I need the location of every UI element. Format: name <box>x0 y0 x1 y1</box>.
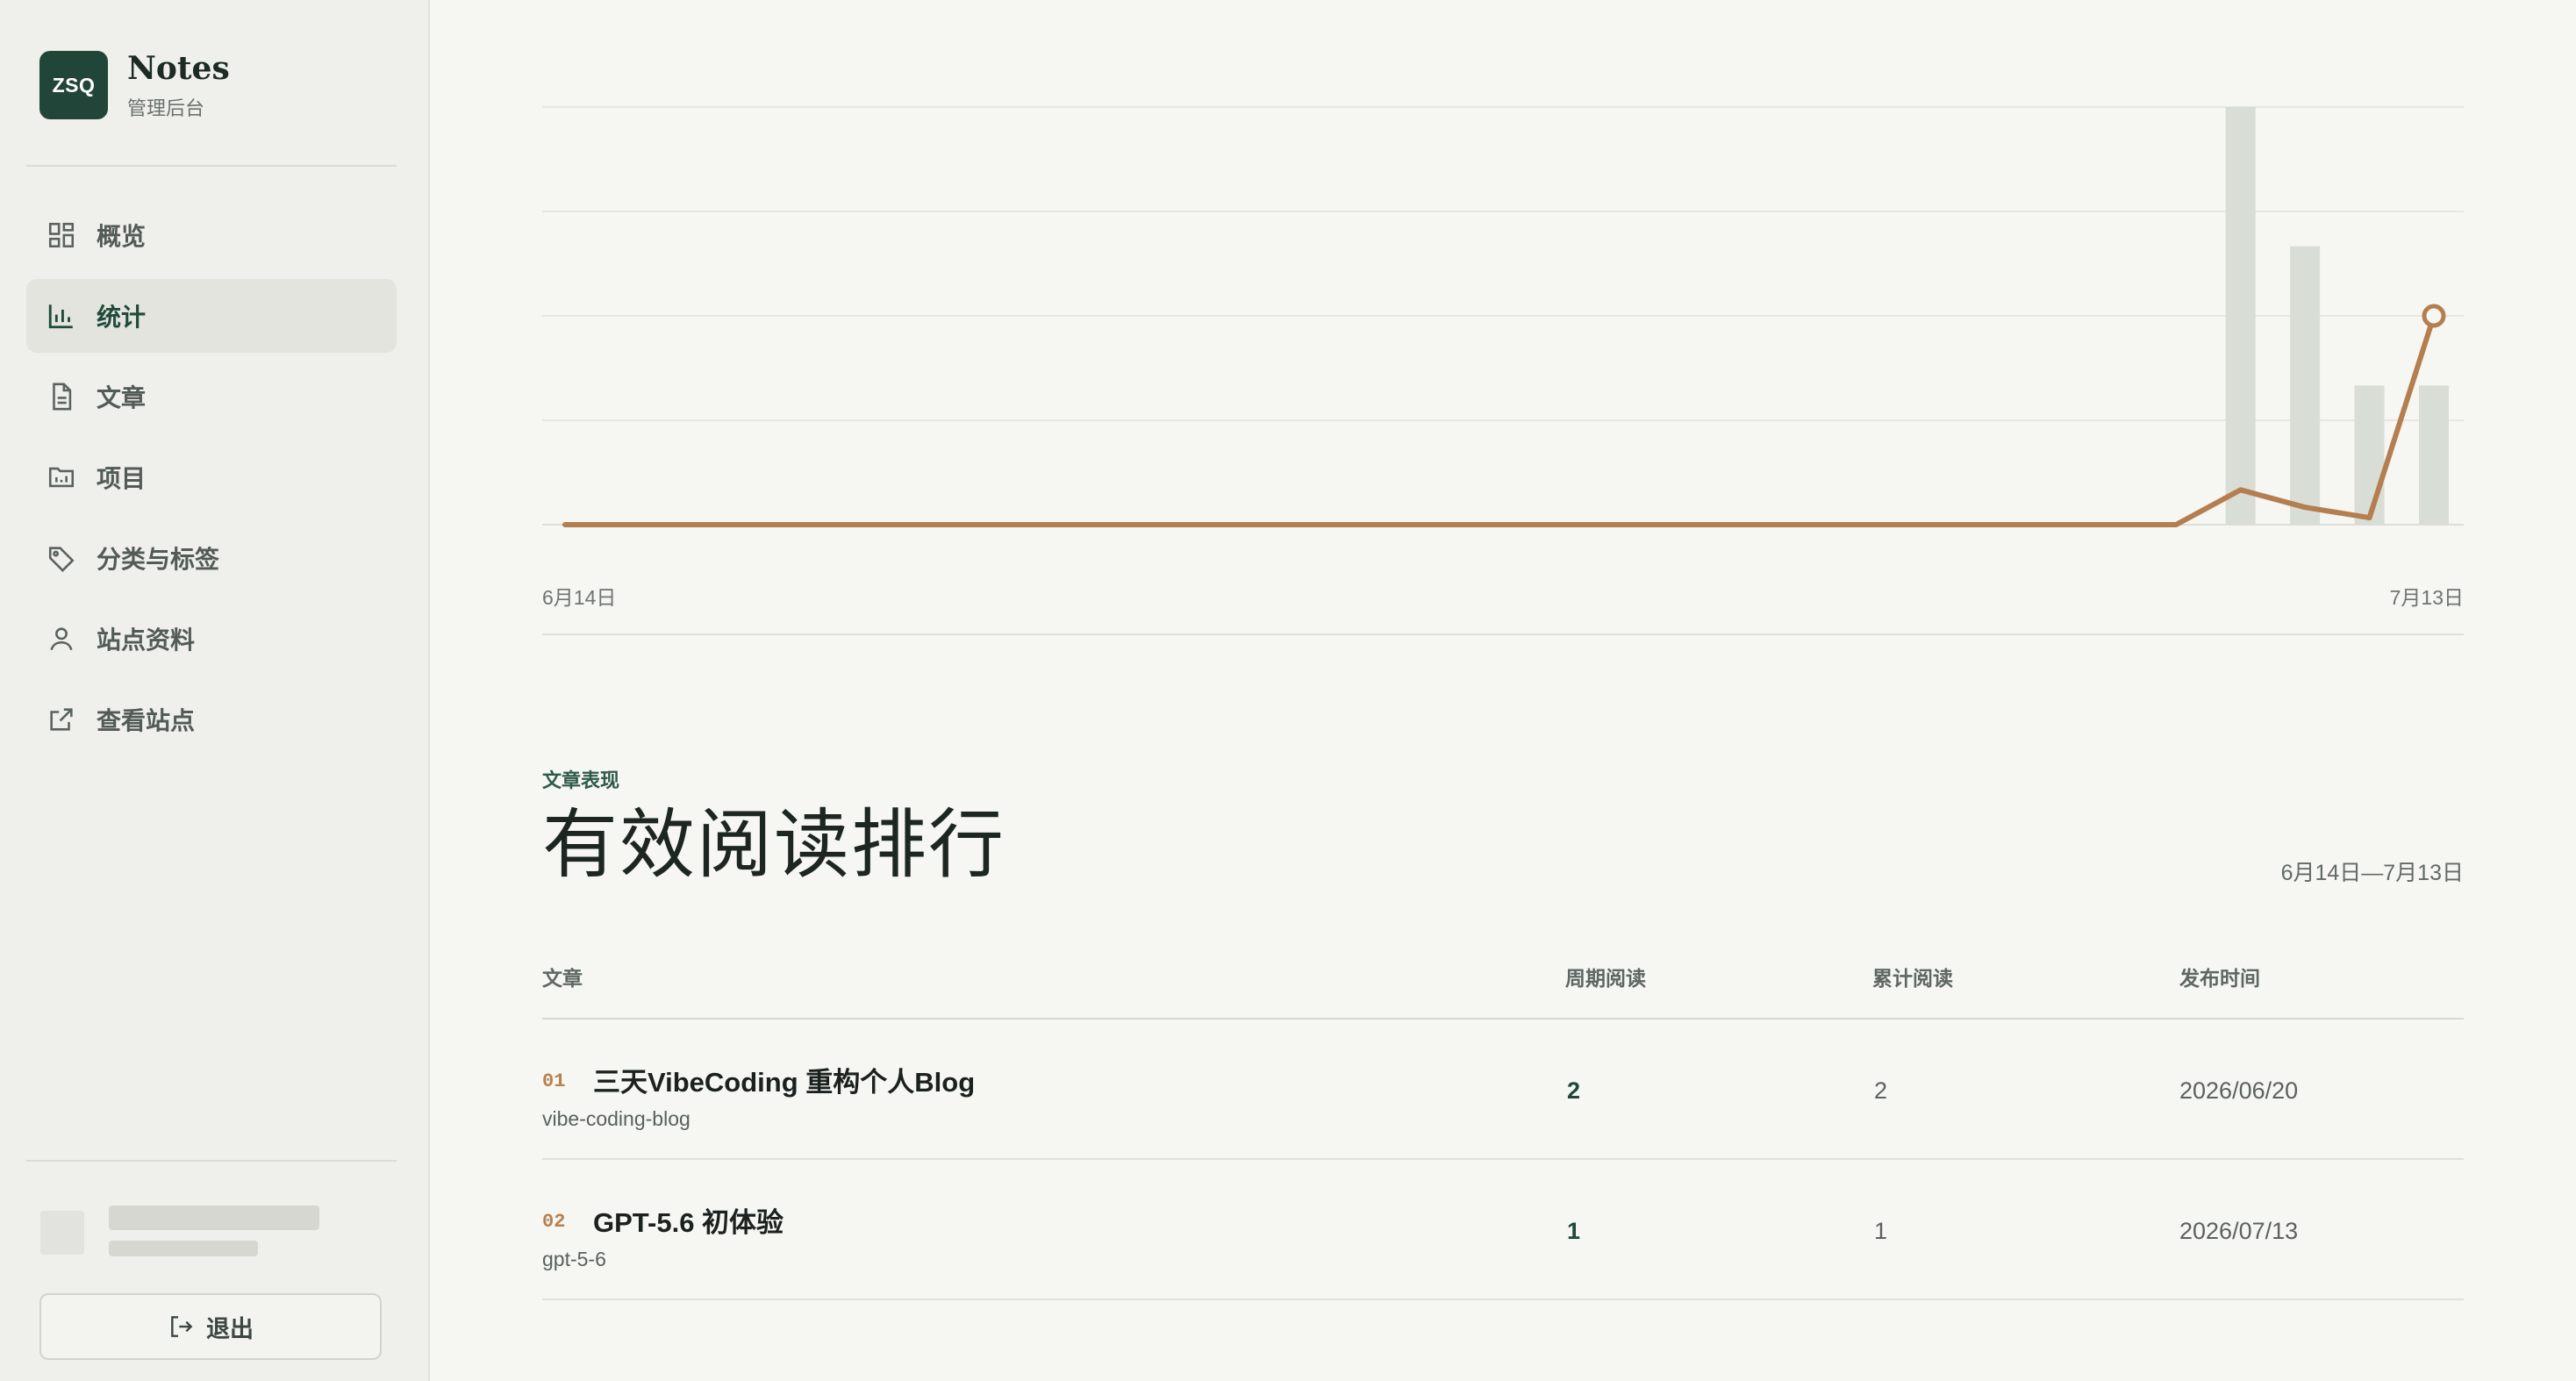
chart-bar[interactable] <box>2290 246 2321 525</box>
external-link-icon <box>46 704 77 735</box>
chart-divider <box>542 633 2464 635</box>
redacted-name <box>109 1206 319 1230</box>
sidebar-item-label: 分类与标签 <box>97 546 220 573</box>
sidebar-item-label: 项目 <box>97 465 147 492</box>
sidebar-divider-bottom <box>26 1160 397 1162</box>
row-title-link[interactable]: 三天VibeCoding 重构个人Blog <box>593 1060 975 1099</box>
sidebar-item-stats[interactable]: 统计 <box>26 279 397 353</box>
row-rank: 01 <box>542 1070 566 1092</box>
logout-icon <box>171 1316 193 1337</box>
row-period-reads: 2 <box>1567 1077 1581 1104</box>
table-header: 文章 周期阅读 累计阅读 发布时间 <box>542 937 2464 1020</box>
sidebar: ZSQ Notes 管理后台 概览 统计 文章 项目 分类与标签 站点资料 查看… <box>0 0 430 1381</box>
row-slug: vibe-coding-blog <box>542 1107 691 1130</box>
row-published: 2026/06/20 <box>2179 1077 2299 1104</box>
folder-icon <box>46 462 77 493</box>
chart-bar[interactable] <box>2354 385 2385 525</box>
chart-point[interactable] <box>2422 304 2446 328</box>
header-published[interactable]: 发布时间 <box>2179 962 2260 991</box>
reads-chart <box>542 79 2464 553</box>
sidebar-item-profile[interactable]: 站点资料 <box>26 602 397 676</box>
x-axis-start-label: 6月14日 <box>542 586 617 609</box>
tag-icon <box>46 542 77 574</box>
reads-chart-svg <box>542 106 2464 527</box>
sidebar-item-overview[interactable]: 概览 <box>26 198 397 272</box>
table-row[interactable]: 01 三天VibeCoding 重构个人Blog vibe-coding-blo… <box>542 1020 2464 1160</box>
logout-label: 退出 <box>206 1315 254 1342</box>
user-info-redacted <box>40 1193 391 1263</box>
header-total-reads[interactable]: 累计阅读 <box>1872 962 1953 991</box>
sidebar-nav: 概览 统计 文章 项目 分类与标签 站点资料 查看站点 <box>26 198 397 763</box>
admin-app: ZSQ Notes 管理后台 概览 统计 文章 项目 分类与标签 站点资料 查看… <box>0 0 2576 1381</box>
sidebar-item-label: 站点资料 <box>97 626 196 654</box>
sidebar-item-articles[interactable]: 文章 <box>26 360 397 433</box>
document-icon <box>46 381 77 412</box>
sidebar-item-projects[interactable]: 项目 <box>26 440 397 514</box>
date-range: 6月14日—7月13日 <box>2280 861 2464 885</box>
brand-text: Notes 管理后台 <box>127 49 230 121</box>
chart-bar[interactable] <box>2419 385 2449 525</box>
sidebar-item-label: 文章 <box>97 384 147 411</box>
sidebar-item-label: 查看站点 <box>97 707 196 734</box>
sidebar-item-view-site[interactable]: 查看站点 <box>26 683 397 756</box>
row-title-link[interactable]: GPT-5.6 初体验 <box>593 1200 784 1240</box>
sidebar-divider-top <box>26 165 397 167</box>
avatar <box>40 1211 84 1255</box>
brand-subtitle: 管理后台 <box>127 97 205 119</box>
sidebar-item-categories[interactable]: 分类与标签 <box>26 521 397 595</box>
brand-name: Notes <box>127 50 230 87</box>
brand-logo: ZSQ <box>39 51 108 119</box>
ranking-table: 文章 周期阅读 累计阅读 发布时间 01 三天VibeCoding 重构个人Bl… <box>542 937 2464 1300</box>
header-article[interactable]: 文章 <box>542 962 583 991</box>
brand[interactable]: ZSQ Notes 管理后台 <box>39 49 230 121</box>
user-icon <box>46 623 77 655</box>
row-total-reads: 1 <box>1874 1218 1888 1244</box>
row-published: 2026/07/13 <box>2179 1218 2299 1244</box>
row-total-reads: 2 <box>1874 1077 1888 1104</box>
header-period-reads[interactable]: 周期阅读 <box>1565 962 1646 991</box>
sidebar-item-label: 统计 <box>97 304 147 331</box>
redacted-email <box>109 1241 258 1256</box>
row-rank: 02 <box>542 1211 566 1233</box>
section-eyebrow: 文章表现 <box>542 769 620 791</box>
sidebar-item-label: 概览 <box>97 223 147 250</box>
x-axis-end-label: 7月13日 <box>2389 586 2464 609</box>
row-slug: gpt-5-6 <box>542 1248 606 1270</box>
row-period-reads: 1 <box>1567 1218 1581 1244</box>
section-title: 有效阅读排行 <box>542 801 1005 889</box>
table-row[interactable]: 02 GPT-5.6 初体验 gpt-5-6 1 1 2026/07/13 <box>542 1160 2464 1300</box>
grid-icon <box>46 219 77 251</box>
chart-bar[interactable] <box>2225 107 2256 525</box>
logout-button[interactable]: 退出 <box>39 1293 382 1360</box>
bar-chart-icon <box>46 300 77 332</box>
